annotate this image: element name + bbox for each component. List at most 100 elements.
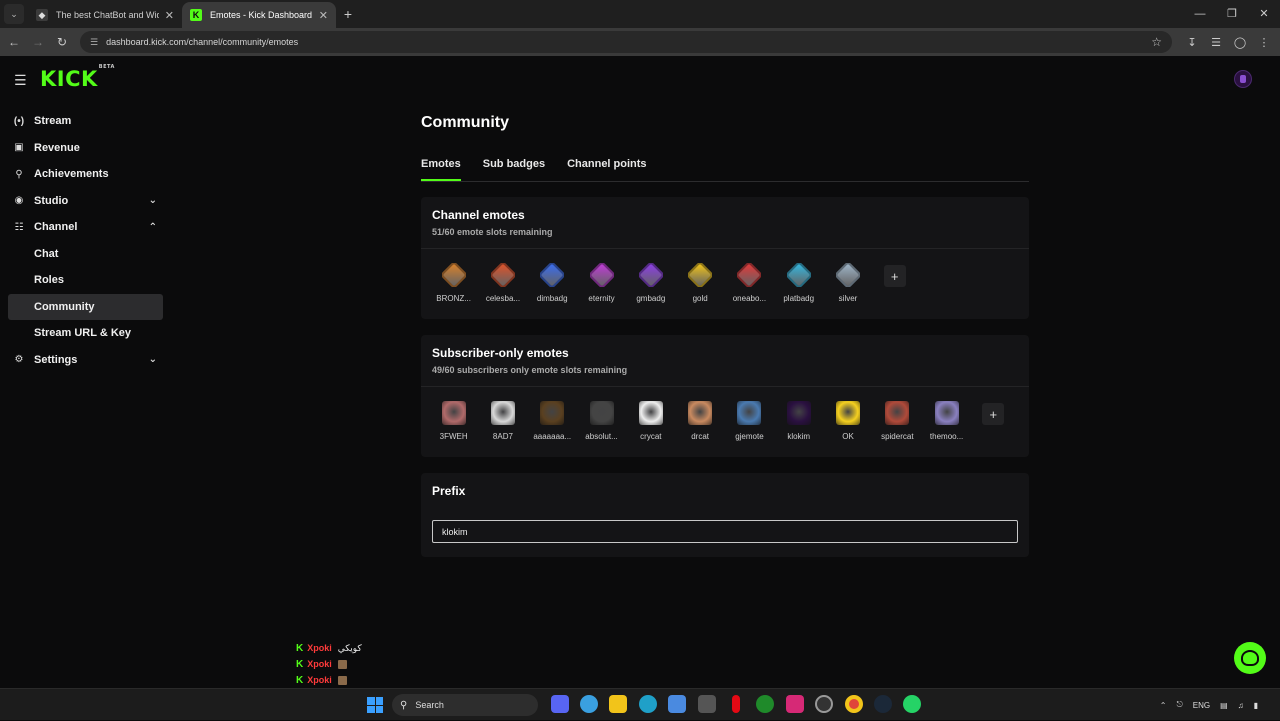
browser-tab-2[interactable]: K Emotes - Kick Dashboard ✕ [182,2,336,28]
sidebar-item-community[interactable]: Community [8,293,163,320]
support-chat-button[interactable] [1234,642,1266,674]
chevron-up-icon[interactable]: ⌃ [1160,701,1167,710]
sidebar-item-stream-url-key[interactable]: Stream URL & Key [8,320,163,347]
sidebar-item-chat[interactable]: Chat [8,241,163,268]
sidebar-item-stream[interactable]: (•) Stream [8,108,163,135]
sidebar-item-channel[interactable]: ☷ Channel ⌃ [8,214,163,241]
tab-emotes[interactable]: Emotes [421,154,461,181]
new-tab-button[interactable]: + [336,6,360,22]
emote-name: oneabo... [732,294,767,303]
close-tab-icon[interactable]: ✕ [319,9,328,22]
file-explorer-icon[interactable] [604,695,633,713]
taskbar-search[interactable]: ⚲ Search [392,694,538,716]
emote-image [885,401,910,425]
prefix-input[interactable]: klokim [432,520,1018,543]
xbox-icon[interactable] [751,695,780,713]
logo-text: KICK [40,67,98,91]
sidebar-item-studio[interactable]: ◉ Studio ⌄ [8,188,163,215]
store-icon[interactable] [663,695,692,713]
sidebar-item-roles[interactable]: Roles [8,267,163,294]
instagram-icon[interactable] [780,695,809,713]
kick-logo[interactable]: KICKBETA [40,64,115,91]
copilot-icon[interactable] [574,695,603,713]
minimize-icon[interactable]: — [1184,0,1216,28]
back-icon[interactable]: ← [2,35,26,49]
browser-tabbar: ⌄ ◆ The best ChatBot and Widgets ✕ K Emo… [0,0,1280,28]
reload-icon[interactable]: ↻ [50,35,74,49]
chrome-icon[interactable] [839,695,868,713]
chatbot-favicon-icon: ◆ [36,9,48,21]
emote-item[interactable]: crycat [626,401,675,441]
emote-item[interactable]: spidercat [873,401,922,441]
forward-icon[interactable]: → [26,35,50,49]
network-icon[interactable]: ▤ [1220,701,1228,710]
window-controls: — ❐ ✕ [1184,0,1280,28]
tab-title: The best ChatBot and Widgets [56,10,159,20]
emote-image [934,401,959,425]
site-info-icon[interactable]: ☰ [90,37,98,48]
app-icon[interactable] [810,695,839,713]
community-tabs: Emotes Sub badges Channel points [421,154,1029,182]
bookmark-star-icon[interactable]: ☆ [1151,35,1162,49]
microphone-icon[interactable]: ⎋ [1176,700,1182,710]
emote-item[interactable]: drcat [675,401,724,441]
emote-item[interactable]: silver [823,263,872,303]
emote-image [688,401,713,425]
sidebar-item-label: Community [34,300,95,313]
emote-item[interactable]: klokim [774,401,823,441]
close-window-icon[interactable]: ✕ [1248,0,1280,28]
emote-name: OK [842,432,854,441]
tab-sub-badges[interactable]: Sub badges [483,154,545,181]
subscriber-emotes-title: Subscriber-only emotes [432,346,569,360]
media-control-icon[interactable]: ☰ [1204,36,1228,49]
emote-item[interactable]: aaaaaaa... [528,401,577,441]
emote-name: 3FWEH [439,432,468,441]
sidebar-item-revenue[interactable]: ▣ Revenue [8,135,163,162]
netflix-icon[interactable] [721,695,750,713]
emote-item[interactable]: BRONZ... [429,263,478,303]
emote-item[interactable]: gmbadg [626,263,675,303]
emote-item[interactable]: themoo... [922,401,971,441]
emote-item[interactable]: OK [823,401,872,441]
emote-item[interactable]: 8AD7 [478,401,527,441]
kick-dashboard: ☰ KICKBETA (•) Stream ▣ Revenue ⚲ Achiev… [0,56,1280,688]
tab-search-dropdown[interactable]: ⌄ [4,4,24,24]
restore-icon[interactable]: ❐ [1216,0,1248,28]
emote-item[interactable]: eternity [577,263,626,303]
volume-icon[interactable]: ♫ [1238,701,1244,710]
close-tab-icon[interactable]: ✕ [165,9,174,22]
emote-item[interactable]: gold [675,263,724,303]
emote-item[interactable]: gjemote [725,401,774,441]
hamburger-menu-icon[interactable]: ☰ [14,72,27,89]
edge-icon[interactable] [633,695,662,713]
discord-icon[interactable] [545,695,574,713]
emote-item[interactable]: 3FWEH [429,401,478,441]
url-field[interactable]: ☰ dashboard.kick.com/channel/community/e… [80,31,1172,53]
add-emote-button[interactable]: + [883,265,906,287]
browser-menu-icon[interactable]: ⋮ [1252,36,1276,49]
chat-text: كويكي [337,642,362,653]
steam-icon[interactable] [868,695,897,713]
sidebar-item-achievements[interactable]: ⚲ Achievements [8,161,163,188]
sidebar-item-label: Channel [34,221,78,234]
windows-start-icon[interactable] [367,697,383,713]
user-avatar[interactable] [1234,70,1252,88]
download-icon[interactable]: ↧ [1180,36,1204,49]
emote-item[interactable]: celesba... [478,263,527,303]
sidebar-item-label: Revenue [34,141,80,154]
emote-item[interactable]: dimbadg [528,263,577,303]
tab-channel-points[interactable]: Channel points [567,154,646,181]
whatsapp-icon[interactable] [898,695,927,713]
emote-name: eternity [588,294,615,303]
battery-icon[interactable]: ▮ [1254,701,1258,710]
app-icon[interactable] [692,695,721,713]
clock[interactable] [1268,695,1272,715]
sidebar-item-settings[interactable]: ⚙ Settings ⌄ [8,347,163,374]
emote-item[interactable]: oneabo... [725,263,774,303]
browser-tab-1[interactable]: ◆ The best ChatBot and Widgets ✕ [28,2,182,28]
profile-icon[interactable]: ◯ [1228,36,1252,49]
emote-item[interactable]: absolut... [577,401,626,441]
emote-item[interactable]: platbadg [774,263,823,303]
add-emote-button[interactable]: + [982,403,1005,425]
language-indicator[interactable]: ENG [1193,701,1210,710]
